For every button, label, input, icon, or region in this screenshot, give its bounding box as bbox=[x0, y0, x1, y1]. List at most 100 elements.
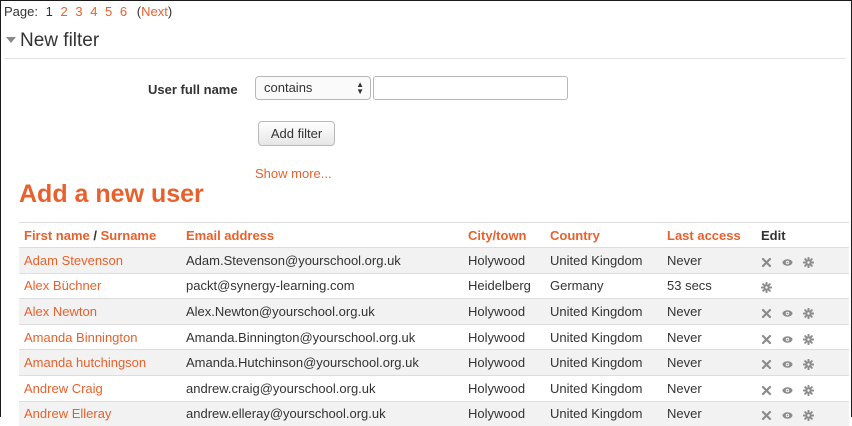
user-name-link[interactable]: Adam Stevenson bbox=[19, 247, 181, 274]
user-city-cell: Holywood bbox=[463, 298, 545, 325]
header-slash: / bbox=[89, 227, 101, 243]
user-country-cell: United Kingdom bbox=[545, 247, 662, 274]
settings-icon[interactable] bbox=[802, 409, 815, 422]
table-row: Alex Newton Alex.Newton@yourschool.org.uk… bbox=[19, 298, 849, 325]
new-filter-header[interactable]: New filter bbox=[4, 28, 846, 59]
settings-icon[interactable] bbox=[802, 333, 815, 345]
user-name-link[interactable]: Alex Büchner bbox=[19, 272, 181, 299]
pagination-page-2[interactable]: 2 bbox=[60, 4, 67, 19]
user-city-cell: Holywood bbox=[463, 374, 545, 402]
pagination-page-6[interactable]: 6 bbox=[120, 4, 127, 19]
table-row: Andrew Craig andrew.craig@yourschool.org.… bbox=[19, 374, 849, 402]
user-email-cell: Amanda.Hutchinson@yourschool.org.uk bbox=[181, 349, 463, 376]
view-icon[interactable] bbox=[782, 384, 793, 395]
pagination-next-wrapper: (Next) bbox=[137, 4, 172, 19]
user-name-link[interactable]: Andrew Craig bbox=[19, 374, 181, 402]
user-country-cell: Germany bbox=[545, 272, 662, 299]
pagination-page-5[interactable]: 5 bbox=[105, 4, 112, 19]
pagination-next-link[interactable]: Next bbox=[141, 4, 168, 19]
user-last-access-cell: Never bbox=[662, 247, 756, 274]
user-last-access-cell: 53 secs bbox=[662, 272, 756, 299]
view-icon[interactable] bbox=[782, 307, 793, 318]
view-icon[interactable] bbox=[782, 256, 793, 267]
pagination-page-3[interactable]: 3 bbox=[75, 4, 82, 19]
table-row: Amanda hutchingson Amanda.Hutchinson@your… bbox=[19, 349, 849, 376]
pagination: Page: 1 2 3 4 5 6 (Next) bbox=[4, 4, 172, 19]
filter-operator-select[interactable]: contains ▲ ▼ bbox=[255, 76, 371, 100]
settings-icon[interactable] bbox=[802, 384, 815, 397]
sort-first-name-link[interactable]: First name bbox=[24, 228, 90, 243]
user-country-cell: United Kingdom bbox=[545, 374, 662, 402]
sort-email-link[interactable]: Email address bbox=[181, 222, 463, 248]
delete-icon[interactable] bbox=[761, 358, 772, 370]
user-edit-actions bbox=[756, 374, 849, 402]
table-row: Alex Büchner packt@synergy-learning.com He… bbox=[19, 272, 849, 299]
settings-icon[interactable] bbox=[760, 281, 773, 294]
user-full-name-label: User full name bbox=[148, 82, 238, 97]
pagination-label: Page: bbox=[4, 4, 38, 19]
user-city-cell: Holywood bbox=[463, 323, 545, 350]
sort-surname-link[interactable]: Surname bbox=[101, 228, 157, 243]
user-city-cell: Holywood bbox=[463, 400, 545, 426]
sort-country-link[interactable]: Country bbox=[545, 222, 662, 248]
user-edit-actions bbox=[756, 349, 849, 376]
user-edit-actions bbox=[756, 247, 849, 274]
table-row: Andrew Elleray andrew.elleray@yourschool.… bbox=[19, 400, 849, 426]
pagination-current-page: 1 bbox=[45, 4, 53, 19]
user-email-cell: packt@synergy-learning.com bbox=[181, 272, 463, 299]
table-row: Amanda Binnington Amanda.Binnington@yours… bbox=[19, 323, 849, 350]
user-last-access-cell: Never bbox=[662, 349, 756, 376]
user-last-access-cell: Never bbox=[662, 298, 756, 325]
user-city-cell: Holywood bbox=[463, 349, 545, 376]
user-email-cell: Amanda.Binnington@yourschool.org.uk bbox=[181, 323, 463, 350]
sort-city-link[interactable]: City/town bbox=[463, 222, 545, 248]
view-icon[interactable] bbox=[782, 409, 793, 420]
filter-value-input[interactable] bbox=[373, 76, 568, 100]
user-country-cell: United Kingdom bbox=[545, 349, 662, 376]
new-filter-title: New filter bbox=[20, 30, 100, 51]
user-country-cell: United Kingdom bbox=[545, 298, 662, 325]
add-new-user-link[interactable]: Add a new user bbox=[19, 180, 204, 209]
user-city-cell: Heidelberg bbox=[463, 272, 545, 299]
header-name: First name / Surname bbox=[19, 222, 181, 248]
user-last-access-cell: Never bbox=[662, 323, 756, 350]
user-city-cell: Holywood bbox=[463, 247, 545, 274]
user-edit-actions bbox=[756, 298, 849, 325]
user-email-cell: andrew.craig@yourschool.org.uk bbox=[181, 374, 463, 402]
select-arrows-icon: ▲ ▼ bbox=[356, 80, 364, 96]
delete-icon[interactable] bbox=[761, 409, 772, 421]
header-edit: Edit bbox=[756, 222, 849, 248]
view-icon[interactable] bbox=[782, 333, 793, 344]
user-edit-actions bbox=[756, 272, 849, 299]
collapse-triangle-icon[interactable] bbox=[6, 37, 16, 43]
delete-icon[interactable] bbox=[761, 333, 772, 344]
show-more-link[interactable]: Show more... bbox=[255, 166, 332, 181]
user-edit-actions bbox=[756, 400, 849, 426]
user-name-link[interactable]: Amanda Binnington bbox=[19, 323, 181, 350]
user-email-cell: andrew.elleray@yourschool.org.uk bbox=[181, 400, 463, 426]
sort-last-access-link[interactable]: Last access bbox=[662, 222, 756, 248]
view-icon[interactable] bbox=[782, 358, 793, 369]
pagination-page-4[interactable]: 4 bbox=[90, 4, 97, 19]
user-email-cell: Adam.Stevenson@yourschool.org.uk bbox=[181, 247, 463, 274]
delete-icon[interactable] bbox=[761, 307, 772, 319]
user-edit-actions bbox=[756, 323, 849, 350]
user-name-link[interactable]: Alex Newton bbox=[19, 298, 181, 325]
filter-operator-value: contains bbox=[264, 80, 313, 95]
user-country-cell: United Kingdom bbox=[545, 323, 662, 350]
settings-icon[interactable] bbox=[802, 256, 815, 269]
add-filter-button[interactable]: Add filter bbox=[258, 121, 335, 146]
user-last-access-cell: Never bbox=[662, 400, 756, 426]
user-country-cell: United Kingdom bbox=[545, 400, 662, 426]
table-row: Adam Stevenson Adam.Stevenson@yourschool.… bbox=[19, 247, 849, 274]
user-name-link[interactable]: Andrew Elleray bbox=[19, 400, 181, 426]
settings-icon[interactable] bbox=[802, 307, 815, 320]
user-name-link[interactable]: Amanda hutchingson bbox=[19, 349, 181, 376]
settings-icon[interactable] bbox=[802, 358, 815, 371]
table-header-row: First name / Surname Email address City/… bbox=[19, 222, 849, 248]
user-last-access-cell: Never bbox=[662, 374, 756, 402]
paren-close: ) bbox=[167, 4, 173, 19]
delete-icon[interactable] bbox=[761, 256, 772, 267]
delete-icon[interactable] bbox=[761, 384, 772, 395]
user-email-cell: Alex.Newton@yourschool.org.uk bbox=[181, 298, 463, 325]
